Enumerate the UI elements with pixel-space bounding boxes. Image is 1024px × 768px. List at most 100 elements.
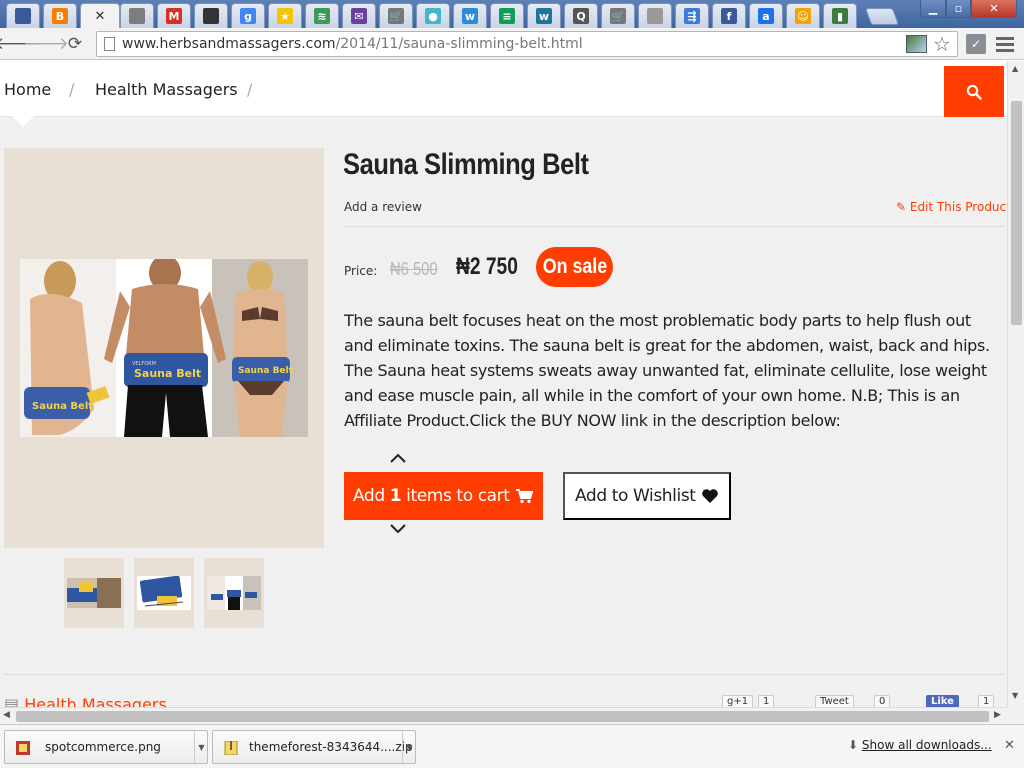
product-thumbnail[interactable]	[204, 558, 264, 628]
browser-tab[interactable]: g	[231, 3, 265, 28]
scroll-up-arrow-icon[interactable]: ▲	[1012, 64, 1018, 73]
product-thumbnail[interactable]	[134, 558, 194, 628]
vertical-scrollbar[interactable]: ▲ ▼	[1007, 61, 1024, 707]
breadcrumb-home-link[interactable]: Home	[4, 80, 51, 99]
facebook-like-button[interactable]: Like	[926, 695, 959, 707]
forward-arrow-icon[interactable]: 🡒	[23, 33, 69, 55]
browser-tab[interactable]: ★	[268, 3, 302, 28]
edit-product-link[interactable]: ✎ Edit This Product	[896, 200, 1007, 214]
search-button[interactable]	[944, 66, 1004, 117]
browser-tab[interactable]	[6, 3, 40, 28]
product-description: The sauna belt focuses heat on the most …	[344, 311, 990, 430]
browser-tab[interactable]: M	[157, 3, 191, 28]
browser-tab[interactable]: 🛒	[379, 3, 413, 28]
browser-tab[interactable]: ☺	[786, 3, 820, 28]
quantity-value: 1	[389, 486, 402, 506]
bookmark-star-icon[interactable]: ☆	[933, 32, 951, 56]
product-thumbnail[interactable]	[64, 558, 124, 628]
show-all-downloads-link[interactable]: ⬇ Show all downloads...	[848, 738, 992, 752]
browser-tab[interactable]	[194, 3, 228, 28]
tweet-button[interactable]: Tweet	[815, 695, 854, 707]
add-to-cart-suffix: items to cart	[406, 486, 510, 506]
wishlist-label: Add to Wishlist	[575, 486, 696, 506]
close-downloads-icon[interactable]: ✕	[1004, 738, 1015, 753]
reload-icon[interactable]: ⟳	[64, 33, 86, 55]
download-menu-chevron-icon[interactable]: ▼	[194, 731, 208, 763]
tweet-count: 0	[874, 695, 891, 707]
mail-icon: ✉	[351, 8, 367, 24]
scroll-right-arrow-icon[interactable]: ▶	[994, 710, 1001, 720]
category-link-label: Health Massagers	[24, 695, 167, 707]
vertical-scroll-thumb[interactable]	[1011, 101, 1022, 325]
product-main-image[interactable]: Sauna Belt VELFORM Sauna Belt Sauna Belt	[20, 259, 308, 437]
close-tab-icon[interactable]: ✕	[95, 9, 106, 24]
browser-tab[interactable]: B	[43, 3, 77, 28]
page-icon	[647, 8, 663, 24]
scroll-left-arrow-icon[interactable]: ◀	[3, 710, 10, 720]
horizontal-scrollbar[interactable]: ◀ ▶	[0, 707, 1007, 724]
browser-tab[interactable]: Q	[564, 3, 598, 28]
browser-tab[interactable]: ⇶	[675, 3, 709, 28]
extension-icon[interactable]: ✓	[966, 34, 986, 54]
image-blocked-icon[interactable]	[906, 35, 927, 53]
browser-tab-active[interactable]: ✕	[80, 3, 120, 29]
browser-tab[interactable]: w	[527, 3, 561, 28]
tweet-label: Tweet	[820, 696, 849, 707]
browser-tab[interactable]: ≡	[490, 3, 524, 28]
add-to-cart-prefix: Add	[353, 486, 385, 506]
browser-tab-strip: ▁ ▫ ✕ B ✕ Mg ★ ≋ ✉ 🛒 ● w ≡ w Q 🛒 ⇶ f a ☺ ▮	[0, 0, 1024, 29]
breadcrumb-separator: /	[69, 80, 75, 99]
generic-site-icon: ●	[425, 8, 441, 24]
browser-tab[interactable]	[120, 3, 154, 28]
product-image-frame[interactable]: Sauna Belt VELFORM Sauna Belt Sauna Belt	[4, 148, 324, 548]
page-viewport: Home / Health Massagers / Sauna Belt VEL…	[0, 61, 1007, 707]
download-item[interactable]: spotcommerce.png ▼	[4, 730, 208, 764]
browser-tab[interactable]: ●	[416, 3, 450, 28]
add-to-wishlist-button[interactable]: Add to Wishlist	[563, 472, 731, 520]
page-icon	[104, 37, 115, 51]
quantity-decrease-icon[interactable]	[388, 522, 408, 536]
browser-tab[interactable]: ✉	[342, 3, 376, 28]
generic-site-icon: w	[462, 8, 478, 24]
amazon-icon: a	[758, 8, 774, 24]
thumbnail-image	[207, 576, 261, 610]
scroll-down-arrow-icon[interactable]: ▼	[1012, 691, 1018, 700]
minimize-window-button[interactable]: ▁	[920, 0, 946, 18]
generic-site-icon	[203, 8, 219, 24]
browser-tab[interactable]: a	[749, 3, 783, 28]
generic-site-icon: ⇶	[684, 8, 700, 24]
new-tab-button[interactable]	[864, 8, 900, 25]
address-bar[interactable]: www.herbsandmassagers.com/2014/11/sauna-…	[96, 31, 958, 57]
sheet-icon: ≡	[499, 8, 515, 24]
url-text[interactable]: www.herbsandmassagers.com/2014/11/sauna-…	[122, 36, 583, 52]
browser-tab[interactable]: ▮	[823, 3, 857, 28]
search-icon: Q	[573, 8, 589, 24]
add-review-link[interactable]: Add a review	[344, 200, 422, 214]
browser-tab[interactable]: f	[712, 3, 746, 28]
browser-tab[interactable]: w	[453, 3, 487, 28]
download-item[interactable]: themeforest-8343644....zip ▼	[212, 730, 416, 764]
quantity-increase-icon[interactable]	[388, 451, 408, 465]
browser-tab[interactable]: ≋	[305, 3, 339, 28]
close-window-button[interactable]: ✕	[971, 0, 1017, 18]
heart-icon	[701, 489, 718, 503]
facebook-like-label: Like	[931, 696, 954, 707]
breadcrumb-separator: /	[247, 80, 253, 99]
url-host: www.herbsandmassagers.com	[122, 36, 336, 52]
facebook-icon: f	[721, 8, 737, 24]
download-arrow-icon: ⬇	[848, 738, 859, 752]
maximize-window-button[interactable]: ▫	[946, 0, 971, 18]
thumbnail-image	[137, 576, 191, 610]
search-icon	[966, 84, 982, 100]
horizontal-scroll-thumb[interactable]	[16, 711, 989, 722]
category-link[interactable]: ▤ Health Massagers	[4, 695, 167, 707]
google-plus-button[interactable]: g+1	[722, 695, 754, 707]
browser-menu-icon[interactable]	[996, 34, 1014, 54]
scrollbar-corner	[1007, 707, 1024, 724]
add-to-cart-button[interactable]: Add 1 items to cart	[344, 472, 543, 520]
browser-tab[interactable]	[638, 3, 672, 28]
browser-tab[interactable]: 🛒	[601, 3, 635, 28]
generic-site-icon	[129, 8, 145, 24]
download-menu-chevron-icon[interactable]: ▼	[402, 731, 416, 763]
breadcrumb-category-link[interactable]: Health Massagers	[95, 80, 238, 99]
